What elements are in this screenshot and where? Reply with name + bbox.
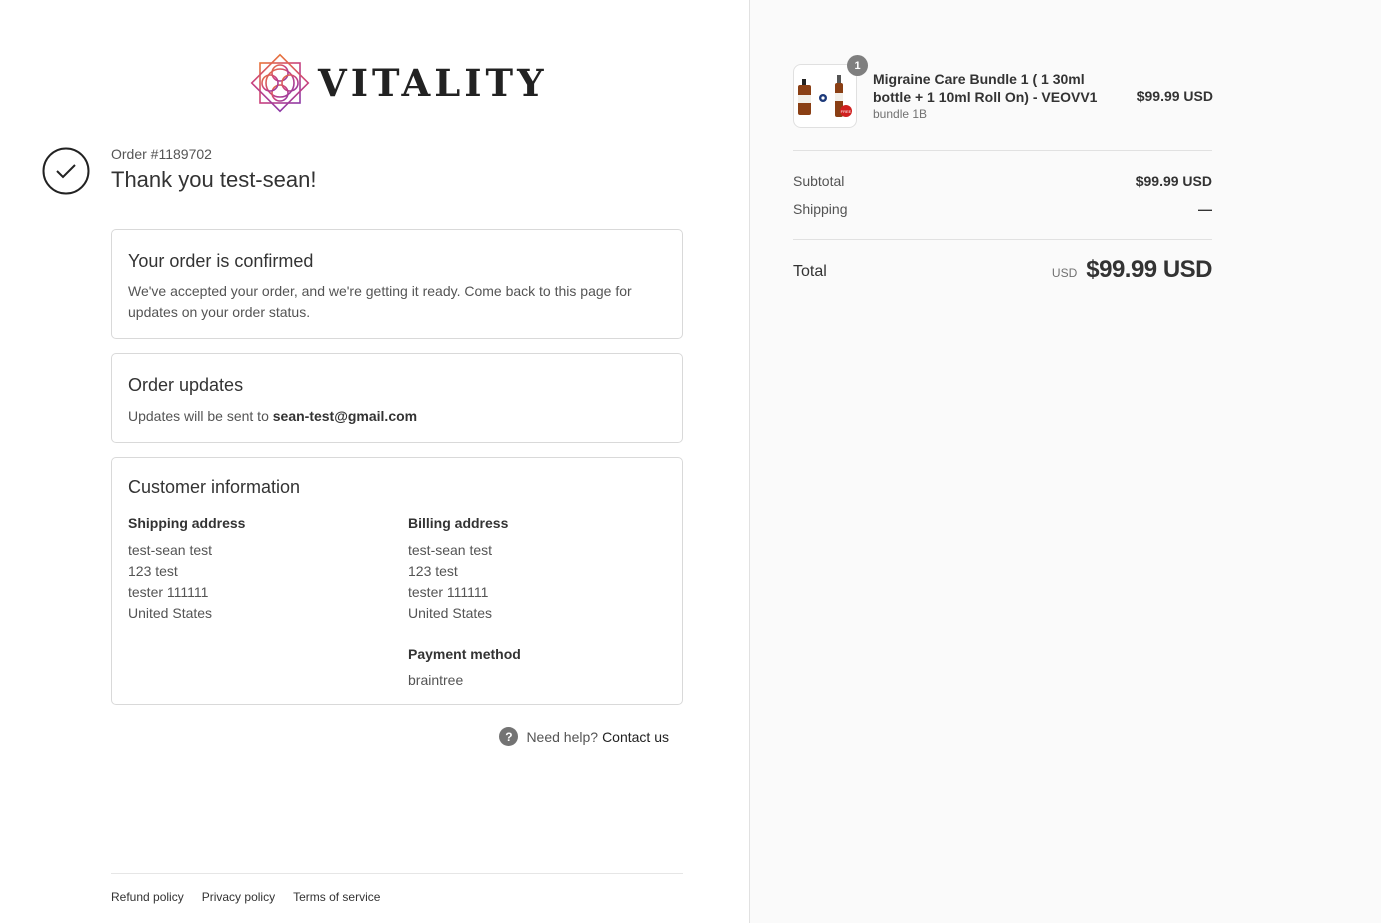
billing-address-line: tester 111111: [408, 584, 489, 600]
product-thumbnail: FREE 1: [793, 55, 868, 128]
summary-divider: [793, 150, 1212, 151]
checkmark-circle-icon: [42, 147, 90, 195]
product-image: FREE: [798, 75, 852, 117]
refund-policy-link[interactable]: Refund policy: [111, 890, 184, 904]
payment-method-value: braintree: [408, 672, 464, 688]
vitality-logo-icon: [250, 53, 310, 113]
product-price: $99.99 USD: [1136, 88, 1213, 104]
thank-you-page: VITALITY Order #1189702 Thank you test-s…: [0, 0, 1381, 923]
terms-of-service-link[interactable]: Terms of service: [293, 890, 380, 904]
customer-information-card: Customer information Shipping address te…: [111, 457, 683, 705]
shipping-address-line: test-sean test: [128, 542, 213, 558]
product-line-item: FREE 1 Migraine Care Bundle 1 ( 1 30ml b…: [793, 55, 1213, 130]
updates-email: sean-test@gmail.com: [272, 408, 418, 424]
product-title: Migraine Care Bundle 1 ( 1 30ml bottle +…: [873, 71, 1098, 105]
question-icon: ?: [499, 727, 519, 746]
shipping-address-line: tester 111111: [128, 584, 209, 600]
subtotal-label: Subtotal: [793, 173, 845, 189]
brand-name: VITALITY: [318, 61, 548, 105]
quantity-badge: 1: [847, 55, 868, 76]
product-variant: bundle 1B: [873, 107, 928, 121]
total-label: Total: [793, 263, 827, 280]
shipping-value: —: [1198, 201, 1212, 217]
updates-prefix: Updates will be sent to: [128, 408, 273, 424]
billing-address-line: United States: [408, 605, 493, 621]
shipping-address: Shipping address test-sean test 123 test…: [128, 513, 245, 624]
payment-method: Payment method braintree: [408, 644, 521, 691]
order-confirmed-text: We've accepted your order, and we're get…: [128, 283, 632, 320]
order-number: Order #1189702: [111, 146, 212, 162]
total-value: USD $99.99 USD: [1051, 256, 1213, 284]
order-updates-title: Order updates: [128, 375, 244, 395]
shipping-label: Shipping: [793, 201, 848, 217]
contact-us-link[interactable]: Contact us: [602, 729, 669, 745]
shipping-row: Shipping —: [793, 201, 1212, 217]
shipping-address-line: 123 test: [128, 563, 178, 579]
subtotal-value: $99.99 USD: [1135, 173, 1212, 189]
order-confirmed-title: Your order is confirmed: [128, 251, 314, 271]
store-logo[interactable]: VITALITY: [248, 50, 548, 116]
summary-divider: [793, 239, 1212, 240]
thank-you-heading: Thank you test-sean!: [111, 167, 317, 192]
policy-footer: Refund policy Privacy policy Terms of se…: [111, 873, 683, 904]
shipping-address-heading: Shipping address: [128, 515, 246, 531]
payment-method-heading: Payment method: [408, 646, 521, 662]
order-updates-card: Order updates Updates will be sent to se…: [111, 353, 683, 443]
order-summary: FREE 1 Migraine Care Bundle 1 ( 1 30ml b…: [749, 0, 1381, 923]
svg-text:FREE: FREE: [841, 109, 852, 114]
billing-address-heading: Billing address: [408, 515, 509, 531]
billing-address-line: 123 test: [408, 563, 458, 579]
help-text: Need help?: [526, 728, 599, 745]
order-updates-text: Updates will be sent to sean-test@gmail.…: [128, 406, 417, 427]
billing-address: Billing address test-sean test 123 test …: [408, 513, 508, 624]
privacy-policy-link[interactable]: Privacy policy: [202, 890, 275, 904]
order-confirmed-card: Your order is confirmed We've accepted y…: [111, 229, 683, 339]
total-currency: USD: [1051, 266, 1078, 280]
total-amount: $99.99 USD: [1086, 256, 1212, 283]
billing-address-line: test-sean test: [408, 542, 493, 558]
main-content: VITALITY Order #1189702 Thank you test-s…: [0, 0, 749, 923]
shipping-address-line: United States: [128, 605, 213, 621]
help-section: ? Need help? Contact us: [499, 727, 669, 746]
customer-information-title: Customer information: [128, 477, 301, 497]
subtotal-row: Subtotal $99.99 USD: [793, 173, 1212, 189]
